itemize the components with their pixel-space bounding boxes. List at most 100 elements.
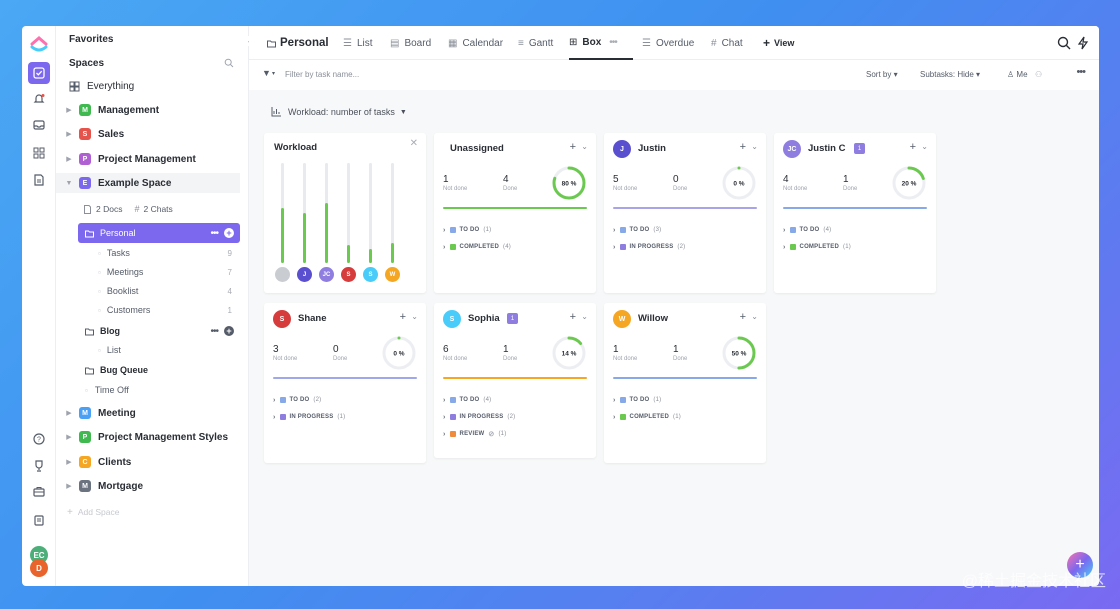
expand-icon[interactable]: ⌄ xyxy=(581,312,588,321)
add-task-icon[interactable]: + xyxy=(740,141,746,153)
tab-overdue[interactable]: ☰ Overdue xyxy=(642,26,694,60)
workload-avatar[interactable] xyxy=(275,267,290,282)
help-icon[interactable]: ? xyxy=(29,429,49,449)
everything-item[interactable]: Everything xyxy=(56,76,248,96)
status-group[interactable]: › TO DO (4) xyxy=(443,394,491,406)
add-task-icon[interactable]: + xyxy=(910,141,916,153)
tab-calendar[interactable]: ▦ Calendar xyxy=(448,26,503,60)
filter-input[interactable]: Filter by task name... xyxy=(285,70,359,79)
list-item-time-off[interactable]: ▫ Time Off xyxy=(56,380,248,400)
search-spaces-icon[interactable] xyxy=(224,58,234,68)
expand-icon[interactable]: ⌄ xyxy=(411,312,418,321)
user-avatar-secondary[interactable]: D xyxy=(30,559,48,577)
tab-list[interactable]: ☰ List xyxy=(343,26,373,60)
status-group[interactable]: › COMPLETED (1) xyxy=(613,411,681,423)
space-item-project-management[interactable]: ▶ P Project Management xyxy=(56,149,248,169)
add-task-icon[interactable]: + xyxy=(570,141,576,153)
list-item-meetings[interactable]: ▫ Meetings 7 xyxy=(56,262,248,282)
folder-item-bug-queue[interactable]: Bug Queue xyxy=(56,360,248,380)
status-group[interactable]: › TO DO (1) xyxy=(613,394,661,406)
space-item-management[interactable]: ▶ M Management xyxy=(56,100,248,120)
add-task-icon[interactable]: + xyxy=(400,311,406,323)
tab-board[interactable]: ▤ Board xyxy=(390,26,431,60)
status-group[interactable]: › IN PROGRESS (2) xyxy=(443,411,515,423)
space-item-sales[interactable]: ▶ S Sales xyxy=(56,124,248,144)
assignee-card[interactable]: S Shane + ⌄ 3 Not done 0 Done 0 % › TO DO (2) ›… xyxy=(264,303,426,463)
inbox-icon[interactable] xyxy=(29,115,49,135)
assignee-card[interactable]: J Justin + ⌄ 5 Not done 0 Done 0 % › TO DO (3) … xyxy=(604,133,766,293)
workload-dropdown[interactable]: Workload: number of tasks ▼ xyxy=(263,101,415,123)
spaces-header[interactable]: Spaces xyxy=(56,53,248,73)
assignee-card[interactable]: JC Justin C 1 + ⌄ 4 Not done 1 Done 20 % › TO DO… xyxy=(774,133,936,293)
favorites-header[interactable]: Favorites xyxy=(56,29,248,49)
tab-chat[interactable]: # Chat xyxy=(711,26,743,60)
more-options-icon[interactable]: ••• xyxy=(609,37,617,48)
workload-avatar[interactable]: S xyxy=(363,267,378,282)
space-item-clients[interactable]: ▶ C Clients xyxy=(56,452,248,472)
assignee-filter-icon[interactable]: ⚇ xyxy=(1035,70,1042,79)
goals-trophy-icon[interactable] xyxy=(29,456,49,476)
tab-box[interactable]: ⊞ Box ••• xyxy=(569,26,633,60)
add-space-button[interactable]: + Add Space xyxy=(56,502,248,522)
list-item-customers[interactable]: ▫ Customers 1 xyxy=(56,300,248,320)
filter-icon[interactable]: ▼ xyxy=(262,68,271,78)
add-task-icon[interactable]: + xyxy=(570,311,576,323)
chevron-right-icon[interactable]: ▶ xyxy=(65,433,73,441)
folder-item-blog[interactable]: Blog ••• + xyxy=(56,321,248,341)
workload-avatar[interactable]: JC xyxy=(319,267,334,282)
chevron-right-icon[interactable]: ▶ xyxy=(65,106,73,114)
space-item-example-space[interactable]: ▼ E Example Space xyxy=(56,173,240,193)
status-group[interactable]: › IN PROGRESS (1) xyxy=(273,411,345,423)
space-item-mortgage[interactable]: ▶ M Mortgage xyxy=(56,476,248,496)
status-group[interactable]: › TO DO (2) xyxy=(273,394,321,406)
status-group[interactable]: › IN PROGRESS (2) xyxy=(613,241,685,253)
chevron-right-icon[interactable]: ▶ xyxy=(65,482,73,490)
sort-by-button[interactable]: Sort by ▾ xyxy=(866,70,898,79)
chevron-down-icon[interactable]: ▾ xyxy=(272,70,275,77)
list-item-tasks[interactable]: ▫ Tasks 9 xyxy=(56,243,248,263)
expand-icon[interactable]: ⌄ xyxy=(751,142,758,151)
chevron-right-icon[interactable]: ▶ xyxy=(65,458,73,466)
status-group[interactable]: › TO DO (1) xyxy=(443,224,491,236)
notifications-icon[interactable] xyxy=(29,89,49,109)
docs-icon[interactable] xyxy=(29,170,49,190)
chevron-down-icon[interactable]: ▼ xyxy=(65,180,73,187)
list-item-booklist[interactable]: ▫ Booklist 4 xyxy=(56,281,248,301)
space-item-pm-styles[interactable]: ▶ P Project Management Styles xyxy=(56,427,248,447)
more-options-icon[interactable]: ••• xyxy=(210,326,218,337)
me-filter[interactable]: ♙ Me xyxy=(1007,70,1028,79)
docs-chip[interactable]: 2 Docs # 2 Chats xyxy=(56,199,202,219)
close-icon[interactable]: ✕ xyxy=(410,138,418,149)
tab-gantt[interactable]: ≡ Gantt xyxy=(518,26,553,60)
status-group[interactable]: › TO DO (4) xyxy=(783,224,831,236)
more-options-icon[interactable]: ••• xyxy=(1076,66,1086,78)
assignee-card[interactable]: Unassigned + ⌄ 1 Not done 4 Done 80 % › TO DO … xyxy=(434,133,596,293)
add-view-button[interactable]: + View xyxy=(763,26,794,60)
workload-avatar[interactable]: S xyxy=(341,267,356,282)
expand-icon[interactable]: ⌄ xyxy=(581,142,588,151)
status-group[interactable]: › TO DO (3) xyxy=(613,224,661,236)
status-group[interactable]: › REVIEW ⊘ (1) xyxy=(443,428,506,440)
chevron-right-icon[interactable]: ▶ xyxy=(65,409,73,417)
list-item-personal[interactable]: Personal ••• + xyxy=(78,223,240,243)
add-task-icon[interactable]: + xyxy=(740,311,746,323)
chevron-right-icon[interactable]: ▶ xyxy=(65,130,73,138)
automation-bolt-icon[interactable] xyxy=(1077,36,1089,50)
chevron-right-icon[interactable]: ▶ xyxy=(65,155,73,163)
expand-icon[interactable]: ⌄ xyxy=(751,312,758,321)
dashboards-icon[interactable] xyxy=(29,143,49,163)
assignee-card[interactable]: S Sophia 1 + ⌄ 6 Not done 1 Done 14 % › TO DO (4… xyxy=(434,303,596,458)
add-icon[interactable]: + xyxy=(224,228,234,238)
apps-briefcase-icon[interactable] xyxy=(29,482,49,502)
chats-chip[interactable]: 2 Chats xyxy=(143,204,172,214)
clipboard-icon[interactable] xyxy=(29,510,49,530)
space-item-meeting[interactable]: ▶ M Meeting xyxy=(56,403,248,423)
expand-icon[interactable]: ⌄ xyxy=(921,142,928,151)
list-item-blog-list[interactable]: ▫ List xyxy=(56,340,248,360)
search-icon[interactable] xyxy=(1057,36,1071,50)
status-group[interactable]: › COMPLETED (1) xyxy=(783,241,851,253)
assignee-card[interactable]: W Willow + ⌄ 1 Not done 1 Done 50 % › TO DO (1)… xyxy=(604,303,766,463)
workload-avatar[interactable]: W xyxy=(385,267,400,282)
home-icon[interactable] xyxy=(28,62,50,84)
status-group[interactable]: › COMPLETED (4) xyxy=(443,241,511,253)
